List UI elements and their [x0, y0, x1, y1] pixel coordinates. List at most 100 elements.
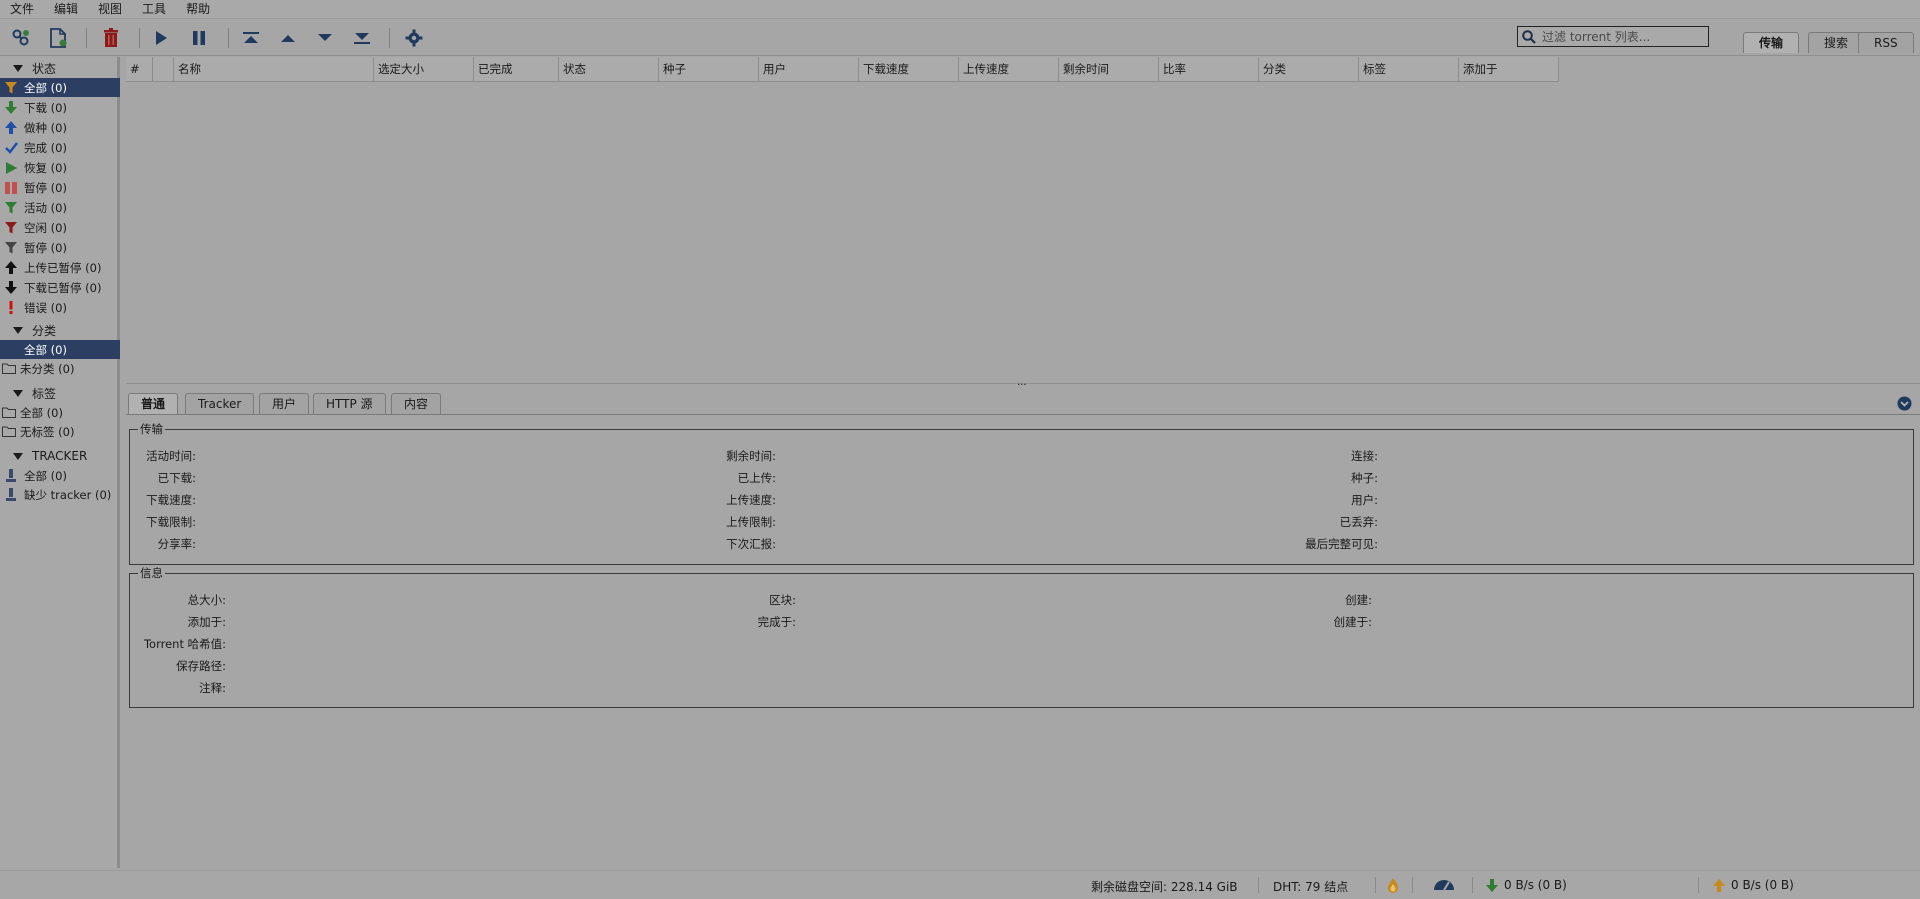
column-header-size[interactable]: 选定大小 [374, 57, 474, 82]
menu-edit[interactable]: 编辑 [44, 0, 88, 19]
sidebar-item-label: 暂停 (0) [24, 240, 67, 255]
chevron-down-icon [1897, 396, 1912, 411]
collapse-panel-button[interactable] [1897, 396, 1912, 414]
sidebar-item-seeding[interactable]: 做种 (0) [0, 118, 120, 137]
add-torrent-link-button[interactable] [8, 26, 34, 50]
information-group: 信息 [129, 565, 1914, 708]
column-header-ratio[interactable]: 比率 [1159, 57, 1259, 82]
move-down-icon [318, 34, 332, 41]
column-header-eta[interactable]: 剩余时间 [1059, 57, 1159, 82]
sidebar-item-stalled[interactable]: 暂停 (0) [0, 238, 120, 257]
download-speed-status[interactable]: 0 B/s (0 B) [1486, 878, 1567, 892]
move-down-button[interactable] [312, 26, 338, 50]
tab-transfers[interactable]: 传输 [1743, 32, 1800, 53]
folder-icon [2, 425, 16, 439]
sidebar-item-label: 下载已暂停 (0) [24, 280, 102, 295]
sidebar-item-upload-paused[interactable]: 上传已暂停 (0) [0, 258, 120, 277]
sidebar-item-uncategorized[interactable]: 未分类 (0) [0, 359, 120, 378]
column-header-added-on[interactable]: 添加于 [1459, 57, 1559, 82]
sidebar-item-tag-all[interactable]: 全部 (0) [0, 403, 120, 422]
toolbar [0, 20, 1920, 56]
tab-general[interactable]: 普通 [128, 393, 179, 414]
options-button[interactable] [401, 26, 427, 50]
sidebar-item-active[interactable]: 活动 (0) [0, 198, 120, 217]
column-header-seeds[interactable]: 种子 [659, 57, 759, 82]
search-field[interactable] [1517, 26, 1709, 47]
play-icon [156, 31, 167, 45]
move-top-button[interactable] [238, 26, 264, 50]
sidebar-item-errored[interactable]: 错误 (0) [0, 298, 120, 317]
folder-icon [2, 362, 16, 376]
tracker-header-label: TRACKER [32, 449, 88, 463]
column-header-name[interactable]: 名称 [174, 57, 374, 82]
move-up-button[interactable] [275, 26, 301, 50]
column-header-tags[interactable]: 标签 [1359, 57, 1459, 82]
toolbar-separator [139, 28, 140, 48]
column-header-category[interactable]: 分类 [1259, 57, 1359, 82]
menu-file[interactable]: 文件 [0, 0, 44, 19]
status-section-header[interactable]: 状态 [0, 59, 120, 77]
column-header-progress[interactable]: 已完成 [474, 57, 559, 82]
column-header-upload-speed[interactable]: 上传速度 [959, 57, 1059, 82]
connection-status-icon[interactable] [1386, 877, 1400, 893]
panel-splitter[interactable]: ··· [126, 380, 1920, 391]
move-bottom-button[interactable] [349, 26, 375, 50]
label-uploaded: 已上传: [737, 471, 776, 485]
sidebar-item-label: 全部 (0) [20, 405, 63, 420]
upload-speed-status[interactable]: 0 B/s (0 B) [1713, 878, 1794, 892]
tab-underline [126, 414, 1920, 415]
tab-content[interactable]: 内容 [391, 393, 442, 414]
label-last-seen-complete: 最后完整可见: [1305, 537, 1378, 551]
sidebar-item-label: 活动 (0) [24, 200, 67, 215]
menu-view[interactable]: 视图 [88, 0, 132, 19]
column-header-peers[interactable]: 用户 [759, 57, 859, 82]
label-download-speed: 下载速度: [146, 493, 196, 507]
exclamation-icon [4, 301, 18, 315]
sidebar-item-completed[interactable]: 完成 (0) [0, 138, 120, 157]
column-header-download-speed[interactable]: 下载速度 [859, 57, 959, 82]
filter-icon [4, 241, 18, 255]
arrow-up-icon [4, 121, 18, 135]
table-header: # 名称 选定大小 已完成 状态 种子 用户 下载速度 上传速度 剩余时间 比率… [126, 57, 1559, 82]
sidebar-item-untagged[interactable]: 无标签 (0) [0, 422, 120, 441]
sidebar-item-paused[interactable]: 暂停 (0) [0, 178, 120, 197]
sidebar-item-resumed[interactable]: 恢复 (0) [0, 158, 120, 177]
gear-icon [405, 29, 423, 47]
pause-button[interactable] [186, 26, 212, 50]
sidebar-item-category-all[interactable]: 全部 (0) [0, 340, 120, 359]
sidebar-item-status-all[interactable]: 全部 (0) [0, 78, 120, 97]
tab-rss[interactable]: RSS [1858, 32, 1914, 53]
search-icon [1522, 29, 1536, 44]
column-header-index[interactable]: # [126, 57, 153, 82]
sidebar-item-downloading[interactable]: 下载 (0) [0, 98, 120, 117]
tab-peers[interactable]: 用户 [259, 393, 310, 414]
sidebar-item-trackerless[interactable]: 缺少 tracker (0) [0, 485, 120, 504]
toolbar-separator [228, 28, 229, 48]
label-added-on: 添加于: [187, 615, 226, 629]
resume-button[interactable] [148, 26, 174, 50]
torrent-list[interactable]: # 名称 选定大小 已完成 状态 种子 用户 下载速度 上传速度 剩余时间 比率… [126, 57, 1920, 383]
label-download-limit: 下载限制: [146, 515, 196, 529]
tab-trackers[interactable]: Tracker [185, 393, 255, 414]
tab-http-sources[interactable]: HTTP 源 [313, 393, 386, 414]
tag-section-header[interactable]: 标签 [0, 384, 120, 402]
search-input[interactable] [1540, 28, 1700, 45]
sidebar-item-download-paused[interactable]: 下载已暂停 (0) [0, 278, 120, 297]
column-header-status[interactable]: 状态 [559, 57, 659, 82]
file-add-icon [50, 28, 67, 48]
trash-icon [104, 28, 118, 47]
column-header-icon[interactable] [153, 57, 174, 82]
tracker-icon [4, 469, 18, 483]
label-torrent-hash: Torrent 哈希值: [143, 637, 226, 651]
delete-button[interactable] [98, 26, 124, 50]
menu-tools[interactable]: 工具 [132, 0, 176, 19]
speed-limit-toggle[interactable] [1432, 877, 1456, 891]
menu-help[interactable]: 帮助 [176, 0, 220, 19]
tracker-section-header[interactable]: TRACKER [0, 447, 120, 465]
sidebar-item-tracker-all[interactable]: 全部 (0) [0, 466, 120, 485]
sidebar-item-inactive[interactable]: 空闲 (0) [0, 218, 120, 237]
category-section-header[interactable]: 分类 [0, 321, 120, 339]
add-torrent-file-button[interactable] [45, 26, 71, 50]
label-peers: 用户: [1351, 493, 1378, 507]
tab-search[interactable]: 搜索 [1808, 32, 1865, 53]
